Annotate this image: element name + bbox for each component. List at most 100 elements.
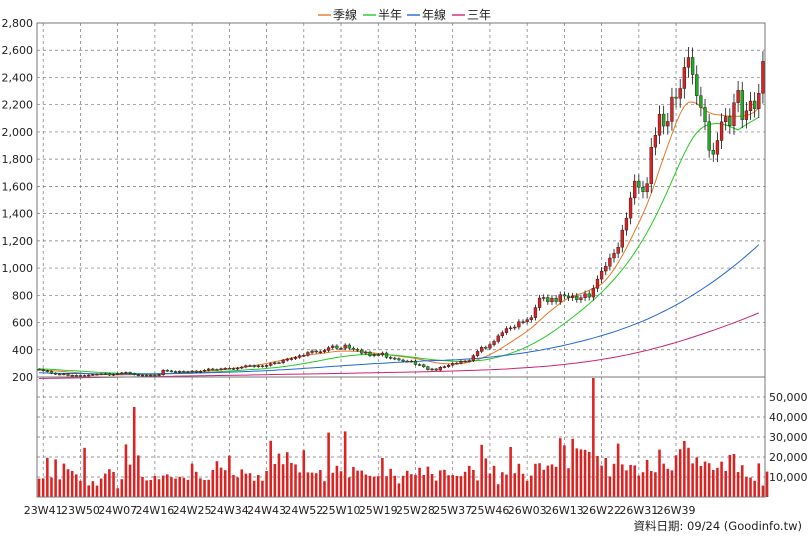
volume-bar	[257, 475, 260, 497]
candle-body	[426, 366, 430, 370]
volume-bar	[385, 476, 388, 497]
volume-bar	[128, 464, 132, 497]
volume-bar	[467, 465, 471, 497]
volume-bar	[621, 464, 624, 497]
candle-body	[194, 370, 198, 373]
candle-body	[641, 187, 645, 193]
time-tick-label: 25W37	[433, 504, 472, 517]
volume-tick-label: 30,000	[769, 431, 808, 444]
candle-body	[277, 362, 281, 364]
candle-body	[558, 294, 562, 302]
volume-bar	[716, 467, 719, 497]
candle-body	[475, 351, 480, 356]
candle-body	[66, 373, 70, 376]
candle-body	[637, 180, 641, 188]
time-tick-label: 24W07	[98, 504, 137, 517]
candle-body	[550, 297, 554, 303]
volume-bar	[190, 463, 194, 497]
candle-body	[351, 347, 356, 350]
candle-body	[384, 352, 389, 358]
volume-bar	[281, 464, 285, 497]
volume-bar	[666, 468, 670, 497]
legend-item-year: 年線	[407, 7, 446, 22]
volume-bar	[182, 477, 186, 497]
candle-body	[413, 360, 418, 365]
candle-body	[87, 374, 91, 377]
price-grid	[37, 22, 765, 497]
time-tick-label: 24W25	[173, 504, 212, 517]
time-tick-label: 26W39	[657, 504, 696, 517]
candle-body	[405, 360, 409, 363]
candle-body	[533, 307, 538, 318]
volume-bar	[443, 469, 446, 497]
volume-bar	[95, 485, 99, 497]
volume-bar	[496, 484, 500, 497]
candle-body	[620, 229, 624, 248]
volume-bar	[616, 443, 620, 497]
volume-bar	[54, 459, 57, 497]
volume-bar	[554, 466, 558, 497]
volume-bar	[596, 456, 599, 497]
candle-body	[711, 149, 715, 155]
volume-bar	[161, 475, 165, 497]
candle-body	[260, 365, 265, 368]
legend-item-3year: 三年	[452, 8, 491, 22]
volume-bar	[649, 471, 653, 497]
candle-body	[207, 368, 211, 371]
candle-body	[575, 295, 579, 300]
candle-body	[728, 116, 732, 126]
volume-bar	[41, 478, 45, 497]
volume-bar	[753, 480, 756, 497]
candle-body	[364, 351, 368, 354]
candle-body	[136, 374, 140, 376]
price-tick-label: 1,800	[2, 153, 34, 166]
volume-bar	[472, 470, 475, 497]
volume-bar	[505, 474, 508, 497]
volume-bar	[695, 457, 699, 497]
volume-bar	[612, 463, 616, 497]
candle-body	[438, 366, 442, 371]
candle-body	[157, 374, 161, 376]
candle-body	[422, 364, 426, 367]
volume-bar	[732, 454, 736, 497]
volume-bar	[703, 461, 707, 497]
candle-body	[256, 365, 260, 368]
volume-bar	[492, 465, 496, 497]
candle-body	[178, 371, 182, 373]
volume-bar	[699, 466, 703, 497]
volume-bar	[459, 476, 463, 497]
legend-label-year: 年線	[422, 7, 446, 22]
candle-body	[223, 368, 227, 370]
price-tick-label: 400	[12, 344, 33, 357]
volume-bar	[298, 472, 301, 497]
time-tick-label: 25W10	[322, 504, 361, 517]
candle-body	[314, 350, 318, 353]
candle-body	[153, 374, 157, 377]
volume-bar	[517, 463, 521, 497]
legend-item-half: 半年	[363, 8, 402, 22]
volume-bar	[670, 470, 674, 497]
volume-bar	[228, 455, 231, 497]
volume-bar	[530, 475, 533, 497]
candle-body	[124, 372, 128, 374]
volume-bar	[232, 475, 235, 497]
volume-bar	[343, 431, 347, 497]
volume-bar	[687, 447, 690, 497]
volume-bar	[451, 475, 454, 497]
candle-body	[389, 357, 393, 359]
volume-bar	[476, 480, 479, 497]
time-tick-label: 23W41	[24, 504, 63, 517]
candle-body	[281, 360, 285, 364]
volume-bar	[658, 449, 661, 497]
volume-bar	[712, 470, 715, 497]
price-tick-label: 2,000	[2, 126, 34, 139]
volume-bar	[480, 444, 483, 497]
volume-bar	[50, 477, 53, 497]
volume-bar	[463, 471, 467, 497]
volume-bar	[600, 465, 603, 497]
volume-bar	[310, 472, 314, 497]
volume-bar	[277, 453, 281, 497]
candle-body	[653, 135, 658, 148]
volume-bar	[604, 458, 608, 497]
price-tick-label: 2,600	[2, 44, 34, 57]
